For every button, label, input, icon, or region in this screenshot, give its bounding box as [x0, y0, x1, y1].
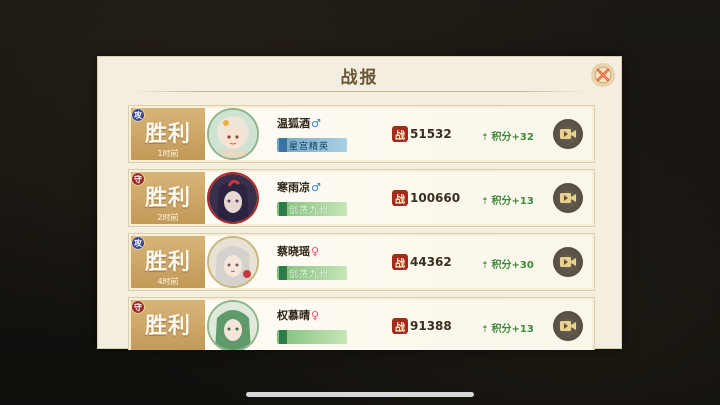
replay-camera-icon [560, 193, 576, 203]
gender-female-icon: ♀ [311, 245, 320, 258]
player-name-text: 权慕晴 [277, 309, 310, 322]
arrow-up-icon: ⇡ [481, 261, 489, 271]
score-text: 积分+30 [491, 260, 534, 271]
power-icon: 战 [392, 254, 408, 270]
player-name-text: 温狐酒 [277, 117, 310, 130]
time-text: 4时前 [157, 277, 179, 286]
report-row: 胜利 守 权慕晴♀ 战 91388 ⇡ 积分+13 [128, 297, 595, 350]
flag-icon [279, 266, 287, 280]
player-name-text: 蔡晓瑶 [277, 245, 310, 258]
power-icon: 战 [392, 190, 408, 206]
title-tag-text: 剑荡九州 [289, 269, 330, 280]
replay-camera-icon [560, 129, 576, 139]
score-text: 积分+32 [491, 132, 534, 143]
replay-camera-icon [560, 321, 576, 331]
gender-female-icon: ♀ [311, 309, 320, 322]
score-change: ⇡ 积分+13 [481, 192, 534, 207]
power-icon: 战 [392, 318, 408, 334]
score-change: ⇡ 积分+30 [481, 256, 534, 271]
role-badge: 攻 [131, 236, 145, 250]
title-tag-text: 剑荡九州 [289, 205, 330, 216]
result-text: 胜利 [144, 313, 191, 339]
dialog-header: 战报 [98, 57, 621, 93]
title-tag: 剑荡九州 [277, 266, 347, 280]
replay-button[interactable] [553, 311, 583, 341]
flag-icon [279, 138, 287, 152]
dialog-title: 战报 [340, 68, 379, 88]
role-badge: 守 [131, 300, 145, 314]
battle-report-list[interactable]: 胜利 1时前 攻 温狐酒♂ 星宫精英 战 51532 ⇡ 积分+32 胜利 2时… [128, 105, 595, 350]
result-text: 胜利 [144, 249, 191, 275]
flag-icon [279, 330, 287, 344]
time-text: 2时前 [157, 213, 179, 222]
avatar[interactable] [207, 300, 259, 350]
power-icon: 战 [392, 126, 408, 142]
close-button[interactable] [591, 63, 615, 87]
arrow-up-icon: ⇡ [481, 325, 489, 335]
title-tag: 星宫精英 [277, 138, 347, 152]
player-name: 权慕晴♀ [277, 307, 319, 323]
report-row: 胜利 2时前 守 寒雨凉♂ 剑荡九州 战 100660 ⇡ 积分+13 [128, 169, 595, 227]
avatar-dark-hair-icon [209, 174, 257, 222]
avatar-white-hair-icon [209, 110, 257, 158]
power-value: 44362 [410, 255, 452, 269]
flag-icon [279, 202, 287, 216]
player-name: 寒雨凉♂ [277, 179, 321, 195]
avatar-green-hair-icon [209, 302, 257, 350]
time-text: 1时前 [157, 149, 179, 158]
report-row: 胜利 4时前 攻 蔡晓瑶♀ 剑荡九州 战 44362 ⇡ 积分+30 [128, 233, 595, 291]
avatar-silver-hair-icon [209, 238, 257, 286]
power-value: 91388 [410, 319, 452, 333]
title-tag [277, 330, 347, 344]
arrow-up-icon: ⇡ [481, 133, 489, 143]
gender-male-icon: ♂ [311, 117, 321, 130]
score-text: 积分+13 [491, 324, 534, 335]
score-change: ⇡ 积分+32 [481, 128, 534, 143]
title-tag-text: 星宫精英 [289, 141, 330, 152]
score-text: 积分+13 [491, 196, 534, 207]
power-value: 100660 [410, 191, 461, 205]
power-value: 51532 [410, 127, 452, 141]
player-name: 蔡晓瑶♀ [277, 243, 319, 259]
result-text: 胜利 [144, 185, 191, 211]
header-divider [128, 91, 591, 92]
close-icon [594, 66, 612, 84]
home-indicator[interactable] [246, 392, 474, 397]
role-badge: 攻 [131, 108, 145, 122]
title-tag: 剑荡九州 [277, 202, 347, 216]
replay-button[interactable] [553, 247, 583, 277]
gender-male-icon: ♂ [311, 181, 321, 194]
avatar[interactable] [207, 108, 259, 160]
arrow-up-icon: ⇡ [481, 197, 489, 207]
result-text: 胜利 [144, 121, 191, 147]
replay-camera-icon [560, 257, 576, 267]
report-row: 胜利 1时前 攻 温狐酒♂ 星宫精英 战 51532 ⇡ 积分+32 [128, 105, 595, 163]
score-change: ⇡ 积分+13 [481, 320, 534, 335]
replay-button[interactable] [553, 183, 583, 213]
battle-report-dialog: 战报 胜利 1时前 攻 温狐酒♂ 星宫精英 战 51532 ⇡ 积分+32 胜利… [97, 56, 622, 350]
avatar[interactable] [207, 236, 259, 288]
replay-button[interactable] [553, 119, 583, 149]
role-badge: 守 [131, 172, 145, 186]
player-name: 温狐酒♂ [277, 115, 321, 131]
avatar[interactable] [207, 172, 259, 224]
player-name-text: 寒雨凉 [277, 181, 310, 194]
